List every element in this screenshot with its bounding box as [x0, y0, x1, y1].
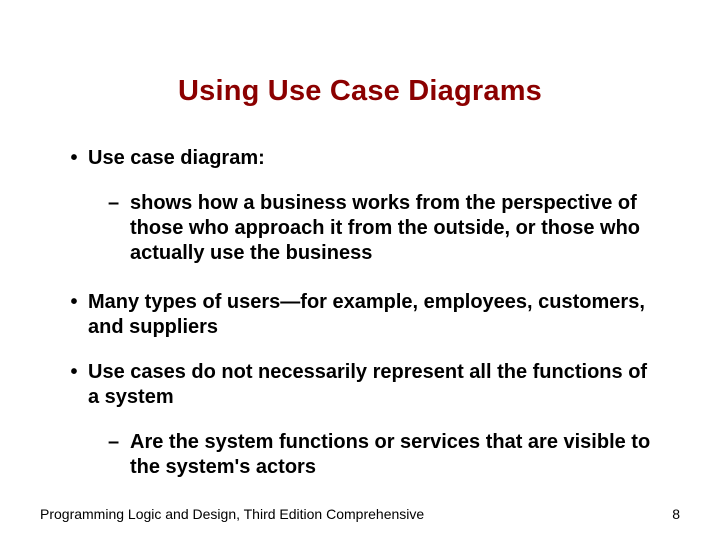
slide-footer: Programming Logic and Design, Third Edit…: [0, 506, 720, 522]
bullet-dot-icon: •: [60, 360, 88, 385]
bullet-text: Use cases do not necessarily represent a…: [88, 360, 660, 410]
bullet-level1: • Many types of users—for example, emplo…: [60, 290, 660, 340]
bullet-level1: • Use cases do not necessarily represent…: [60, 360, 660, 410]
bullet-text: Use case diagram:: [88, 146, 660, 171]
page-number: 8: [672, 506, 680, 522]
bullet-dot-icon: •: [60, 290, 88, 315]
bullet-level1: • Use case diagram:: [60, 146, 660, 171]
bullet-level2: – Are the system functions or services t…: [108, 430, 660, 480]
slide-content: • Use case diagram: – shows how a busine…: [60, 146, 660, 480]
bullet-dot-icon: •: [60, 146, 88, 171]
bullet-level2: – shows how a business works from the pe…: [108, 191, 660, 266]
slide: Using Use Case Diagrams • Use case diagr…: [0, 0, 720, 540]
footer-text: Programming Logic and Design, Third Edit…: [40, 506, 424, 522]
bullet-dash-icon: –: [108, 430, 130, 455]
bullet-text: Many types of users—for example, employe…: [88, 290, 660, 340]
bullet-text: shows how a business works from the pers…: [130, 191, 660, 266]
slide-title: Using Use Case Diagrams: [60, 75, 660, 108]
bullet-dash-icon: –: [108, 191, 130, 216]
bullet-text: Are the system functions or services tha…: [130, 430, 660, 480]
